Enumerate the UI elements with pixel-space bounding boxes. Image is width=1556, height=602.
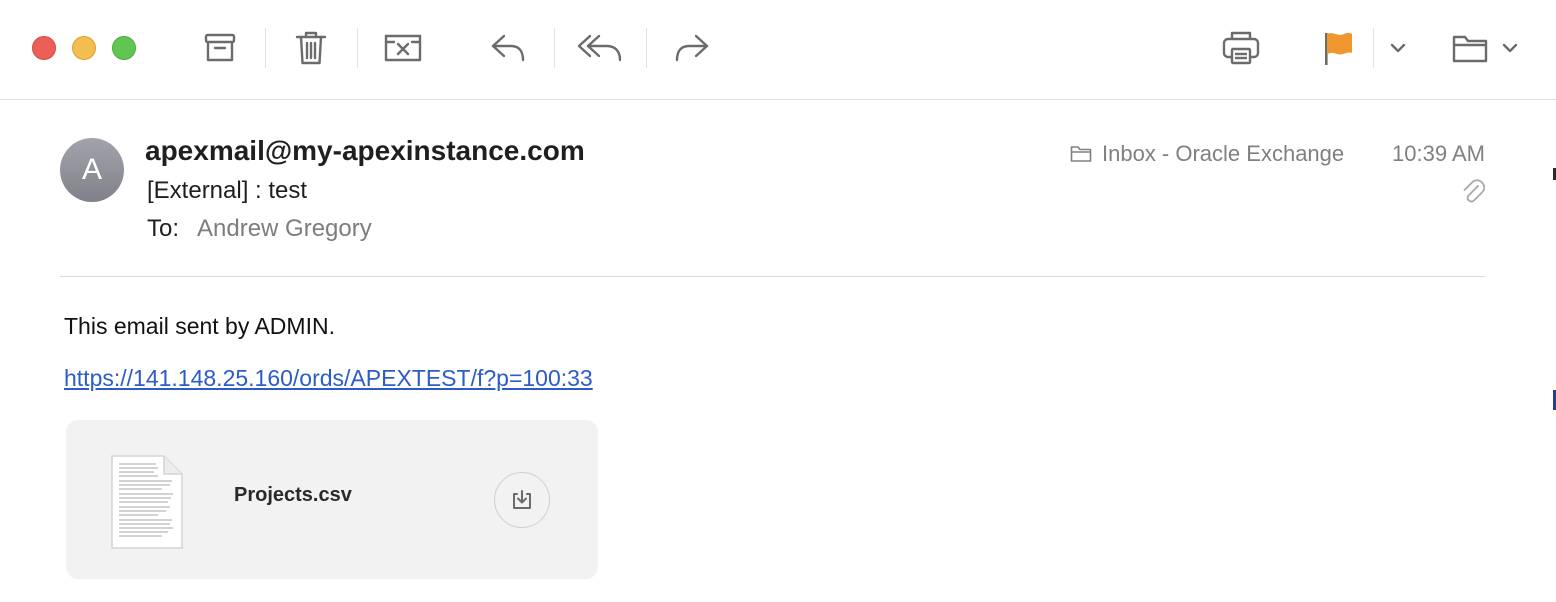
junk-icon xyxy=(384,34,422,62)
minimize-window-button[interactable] xyxy=(72,36,96,60)
chevron-down-icon xyxy=(1502,43,1518,53)
sender-avatar: A xyxy=(60,138,124,202)
document-icon xyxy=(111,455,183,549)
mailbox-name: Inbox - Oracle Exchange xyxy=(1102,141,1345,166)
toolbar xyxy=(0,0,1556,100)
archive-button[interactable] xyxy=(196,24,244,72)
sender-address[interactable]: apexmail@my-apexinstance.com xyxy=(145,135,585,167)
attachment-indicator xyxy=(1461,178,1486,209)
reply-all-button[interactable] xyxy=(576,24,624,72)
flag-button[interactable] xyxy=(1314,24,1362,72)
recipient-name[interactable]: Andrew Gregory xyxy=(197,215,372,243)
trash-icon xyxy=(295,31,327,65)
download-icon xyxy=(513,490,531,509)
toolbar-separator xyxy=(554,28,555,68)
folder-icon xyxy=(1070,146,1092,162)
mail-message-window: A apexmail@my-apexinstance.com [External… xyxy=(0,0,1556,602)
avatar-initial: A xyxy=(81,153,102,186)
archive-icon xyxy=(204,33,236,62)
toolbar-separator xyxy=(1373,28,1374,68)
message-body-text: This email sent by ADMIN. xyxy=(64,313,335,339)
attachment-file-name: Projects.csv xyxy=(234,484,352,506)
reply-icon xyxy=(491,34,525,62)
toolbar-separator xyxy=(357,28,358,68)
folder-icon xyxy=(1452,35,1488,63)
print-button[interactable] xyxy=(1217,24,1265,72)
message-time: 10:39 AM xyxy=(1392,141,1485,166)
move-to-folder-button[interactable] xyxy=(1450,24,1526,72)
zoom-window-button[interactable] xyxy=(112,36,136,60)
toolbar-separator xyxy=(265,28,266,68)
toolbar-separator xyxy=(646,28,647,68)
chevron-down-icon xyxy=(1390,43,1406,53)
flag-icon xyxy=(1325,32,1352,65)
download-attachment-button[interactable] xyxy=(494,472,550,528)
paperclip-icon xyxy=(1463,179,1486,203)
message-link[interactable]: https://141.148.25.160/ords/APEXTEST/f?p… xyxy=(64,365,593,392)
reply-all-icon xyxy=(577,34,622,62)
forward-button[interactable] xyxy=(668,24,716,72)
close-window-button[interactable] xyxy=(32,36,56,60)
reply-button[interactable] xyxy=(484,24,532,72)
mailbox-indicator[interactable]: Inbox - Oracle Exchange xyxy=(1070,141,1344,167)
forward-icon xyxy=(675,34,709,62)
to-label: To: xyxy=(147,215,180,242)
header-divider xyxy=(60,276,1486,277)
printer-icon xyxy=(1222,31,1260,65)
attachment-card[interactable]: Projects.csv xyxy=(66,420,598,579)
message-subject: [External] : test xyxy=(147,177,308,204)
junk-button[interactable] xyxy=(379,24,427,72)
flag-menu-button[interactable] xyxy=(1376,24,1420,72)
delete-button[interactable] xyxy=(287,24,335,72)
